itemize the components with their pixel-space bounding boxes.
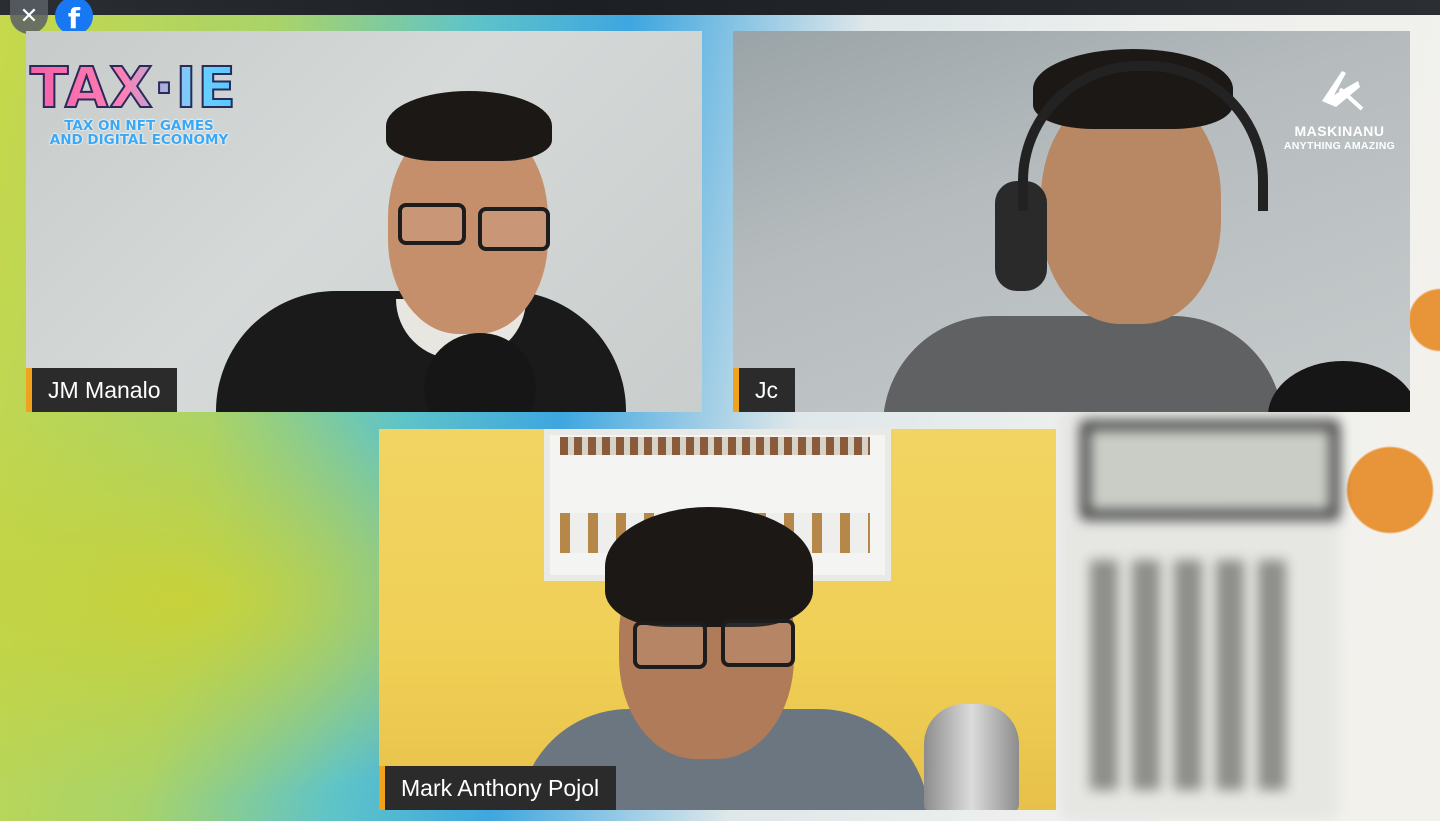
participant-name: JM Manalo	[48, 377, 161, 403]
top-strip	[0, 0, 1440, 15]
participant-nameplate: JM Manalo	[26, 368, 178, 412]
facebook-button[interactable]: f	[55, 0, 93, 35]
maskinanu-logo: MASKINANU ANYTHING AMAZING	[1277, 61, 1402, 152]
close-icon: ✕	[19, 4, 39, 29]
condenser-microphone	[924, 704, 1019, 810]
video-tile-jc[interactable]: MASKINANU ANYTHING AMAZING Jc	[733, 31, 1410, 412]
taxie-wordmark: TAX·IE	[26, 58, 266, 120]
taxie-subtitle-line1: TAX ON NFT GAMES	[64, 118, 214, 134]
maskinanu-hand-icon	[1312, 61, 1368, 117]
maskinanu-tagline: ANYTHING AMAZING	[1283, 140, 1396, 152]
taxie-logo: TAX·IE TAX ON NFT GAMES AND DIGITAL ECON…	[26, 58, 266, 148]
video-tile-mark-anthony-pojol[interactable]: Mark Anthony Pojol	[379, 429, 1056, 810]
taxie-subtitle-line2: AND DIGITAL ECONOMY	[49, 132, 229, 148]
video-tile-jm-manalo[interactable]: TAX·IE TAX ON NFT GAMES AND DIGITAL ECON…	[26, 31, 702, 412]
participant-nameplate: Mark Anthony Pojol	[379, 766, 617, 810]
participant-nameplate: Jc	[733, 368, 795, 412]
participant-name: Jc	[755, 377, 778, 403]
participant-name: Mark Anthony Pojol	[401, 775, 600, 801]
background-calculator	[1060, 410, 1340, 821]
maskinanu-name: MASKINANU	[1294, 123, 1385, 139]
close-button[interactable]: ✕	[10, 0, 48, 34]
stream-stage: ✕ f TAX·IE TAX ON NFT GAMES AND DIGITAL …	[0, 0, 1440, 821]
